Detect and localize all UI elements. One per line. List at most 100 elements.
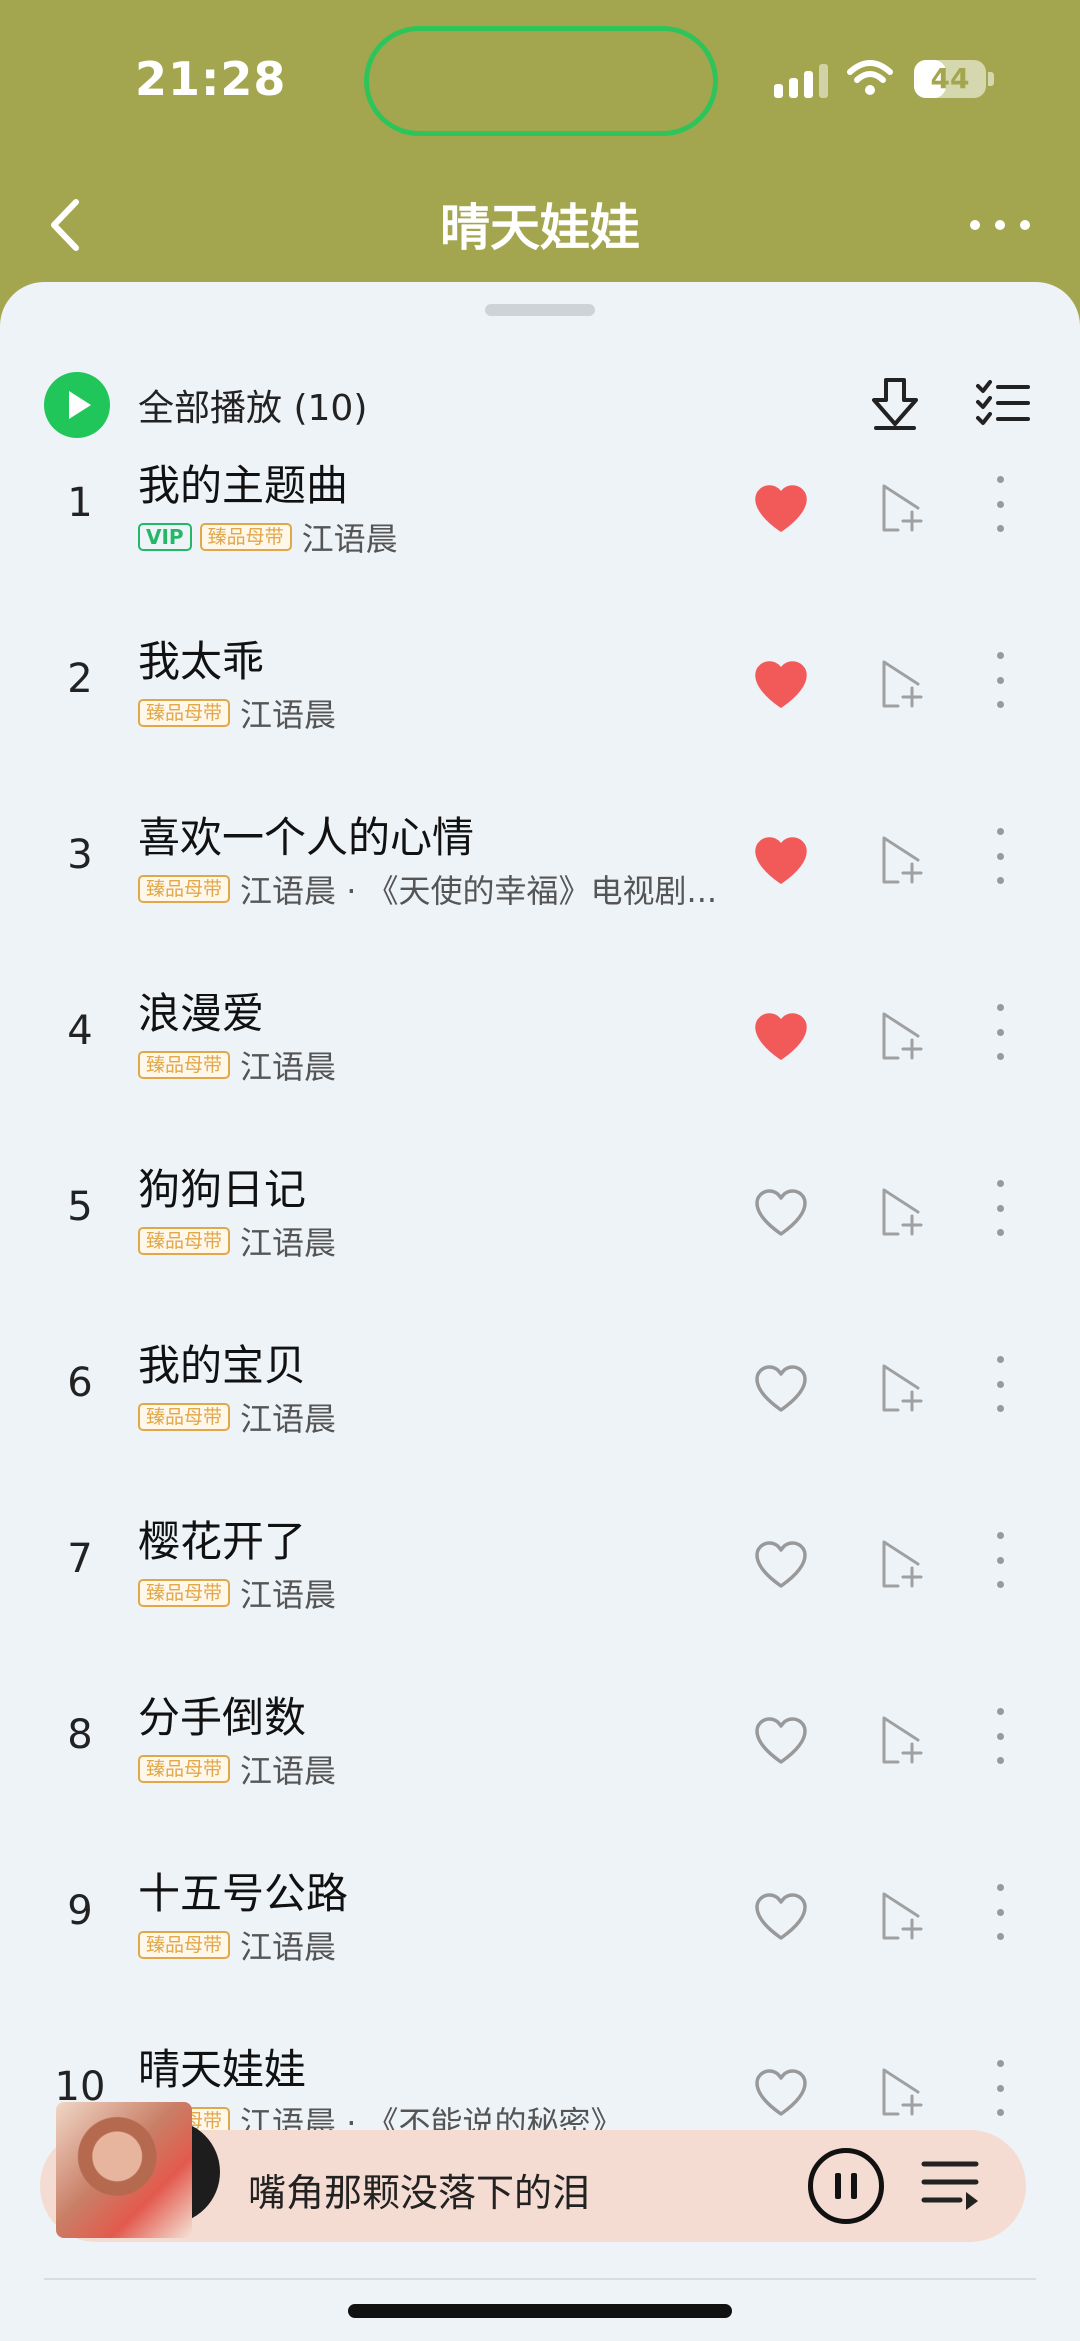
master-quality-badge: 臻品母带 <box>138 1403 231 1431</box>
heart-icon[interactable] <box>754 1364 808 1414</box>
heart-icon[interactable] <box>754 1892 808 1942</box>
song-title[interactable]: 十五号公路 <box>138 1860 348 1921</box>
heart-icon[interactable] <box>754 1012 808 1062</box>
more-options-icon[interactable] <box>970 210 1030 240</box>
master-quality-badge: 臻品母带 <box>138 875 231 903</box>
song-index: 2 <box>67 656 93 702</box>
heart-icon[interactable] <box>754 484 808 534</box>
song-artist: 江语晨 <box>240 696 337 734</box>
playlist-queue-icon[interactable] <box>920 2158 980 2214</box>
song-index: 3 <box>67 832 93 878</box>
drag-handle[interactable] <box>485 304 595 316</box>
song-row[interactable]: 5 狗狗日记 臻品母带 江语晨 <box>0 1146 1080 1322</box>
song-more-icon[interactable] <box>990 652 1010 708</box>
add-to-playlist-icon[interactable] <box>880 658 926 710</box>
song-meta: 臻品母带 江语晨 <box>138 1570 336 1616</box>
song-title[interactable]: 狗狗日记 <box>138 1156 306 1217</box>
pause-icon[interactable] <box>808 2148 884 2224</box>
song-row[interactable]: 2 我太乖 臻品母带 江语晨 <box>0 618 1080 794</box>
song-title[interactable]: 我的宝贝 <box>138 1332 306 1393</box>
heart-icon[interactable] <box>754 1188 808 1238</box>
song-title[interactable]: 我的主题曲 <box>138 452 348 513</box>
battery-cap <box>988 72 994 86</box>
song-meta: VIP 臻品母带 江语晨 <box>138 514 398 560</box>
add-to-playlist-icon[interactable] <box>880 1890 926 1942</box>
song-meta: 臻品母带 江语晨 <box>138 690 336 736</box>
song-title[interactable]: 我太乖 <box>138 628 264 689</box>
song-index: 9 <box>67 1888 93 1934</box>
song-artist: 江语晨 <box>240 1400 337 1438</box>
song-artist: 江语晨 <box>240 1752 337 1790</box>
song-row[interactable]: 8 分手倒数 臻品母带 江语晨 <box>0 1674 1080 1850</box>
multiselect-icon[interactable] <box>976 378 1030 426</box>
song-meta: 臻品母带 江语晨 <box>138 1394 336 1440</box>
master-quality-badge: 臻品母带 <box>138 1931 231 1959</box>
add-to-playlist-icon[interactable] <box>880 1538 926 1590</box>
play-all-label: 全部播放 (10) <box>138 388 368 429</box>
heart-icon[interactable] <box>754 1716 808 1766</box>
song-more-icon[interactable] <box>990 828 1010 884</box>
song-row[interactable]: 4 浪漫爱 臻品母带 江语晨 <box>0 970 1080 1146</box>
home-indicator[interactable] <box>348 2304 732 2318</box>
song-title[interactable]: 樱花开了 <box>138 1508 306 1569</box>
song-more-icon[interactable] <box>990 1532 1010 1588</box>
add-to-playlist-icon[interactable] <box>880 2066 926 2118</box>
song-index: 4 <box>67 1008 93 1054</box>
song-more-icon[interactable] <box>990 1356 1010 1412</box>
song-index: 7 <box>67 1536 93 1582</box>
play-all-button[interactable]: 全部播放 (10) <box>44 372 367 438</box>
song-row[interactable]: 6 我的宝贝 臻品母带 江语晨 <box>0 1322 1080 1498</box>
song-title[interactable]: 喜欢一个人的心情 <box>138 804 474 865</box>
battery-level: 44 <box>930 62 970 95</box>
bottom-divider <box>44 2278 1036 2280</box>
song-more-icon[interactable] <box>990 1004 1010 1060</box>
song-row[interactable]: 9 十五号公路 臻品母带 江语晨 <box>0 1850 1080 2026</box>
song-more-icon[interactable] <box>990 1180 1010 1236</box>
master-quality-badge: 臻品母带 <box>138 1051 231 1079</box>
song-meta: 臻品母带 江语晨 · 《天使的幸福》电视剧... <box>138 866 717 912</box>
add-to-playlist-icon[interactable] <box>880 1010 926 1062</box>
song-artist: 江语晨 <box>240 1048 337 1086</box>
song-row[interactable]: 1 我的主题曲 VIP 臻品母带 江语晨 <box>0 442 1080 618</box>
song-artist: 江语晨 <box>240 1224 337 1262</box>
vip-badge: VIP <box>138 523 192 551</box>
add-to-playlist-icon[interactable] <box>880 1714 926 1766</box>
song-index: 1 <box>67 480 93 526</box>
dynamic-island <box>364 26 718 136</box>
song-more-icon[interactable] <box>990 476 1010 532</box>
add-to-playlist-icon[interactable] <box>880 834 926 886</box>
album-cover[interactable] <box>56 2102 192 2238</box>
status-bar: 21:28 44 <box>0 0 1080 160</box>
master-quality-badge: 臻品母带 <box>138 1227 231 1255</box>
heart-icon[interactable] <box>754 660 808 710</box>
song-row[interactable]: 3 喜欢一个人的心情 臻品母带 江语晨 · 《天使的幸福》电视剧... <box>0 794 1080 970</box>
add-to-playlist-icon[interactable] <box>880 1362 926 1414</box>
song-row[interactable]: 7 樱花开了 臻品母带 江语晨 <box>0 1498 1080 1674</box>
song-more-icon[interactable] <box>990 2060 1010 2116</box>
wifi-icon <box>847 60 893 95</box>
song-artist: 江语晨 <box>301 520 398 558</box>
master-quality-badge: 臻品母带 <box>199 523 292 551</box>
heart-icon[interactable] <box>754 836 808 886</box>
heart-icon[interactable] <box>754 1540 808 1590</box>
song-artist: 江语晨 · 《天使的幸福》电视剧... <box>240 872 718 910</box>
add-to-playlist-icon[interactable] <box>880 1186 926 1238</box>
song-title[interactable]: 晴天娃娃 <box>138 2036 306 2097</box>
battery-icon: 44 <box>914 60 986 98</box>
song-more-icon[interactable] <box>990 1708 1010 1764</box>
song-title[interactable]: 浪漫爱 <box>138 980 264 1041</box>
page-title: 晴天娃娃 <box>440 199 640 257</box>
song-meta: 臻品母带 江语晨 <box>138 1922 336 1968</box>
song-index: 6 <box>67 1360 93 1406</box>
song-more-icon[interactable] <box>990 1884 1010 1940</box>
song-title[interactable]: 分手倒数 <box>138 1684 306 1745</box>
play-icon[interactable] <box>44 372 110 438</box>
song-artist: 江语晨 <box>240 1576 337 1614</box>
download-icon[interactable] <box>870 376 920 432</box>
add-to-playlist-icon[interactable] <box>880 482 926 534</box>
now-playing-title[interactable]: 嘴角那颗没落下的泪 <box>248 2162 590 2217</box>
master-quality-badge: 臻品母带 <box>138 1755 231 1783</box>
song-meta: 臻品母带 江语晨 <box>138 1746 336 1792</box>
heart-icon[interactable] <box>754 2068 808 2118</box>
song-meta: 臻品母带 江语晨 <box>138 1042 336 1088</box>
